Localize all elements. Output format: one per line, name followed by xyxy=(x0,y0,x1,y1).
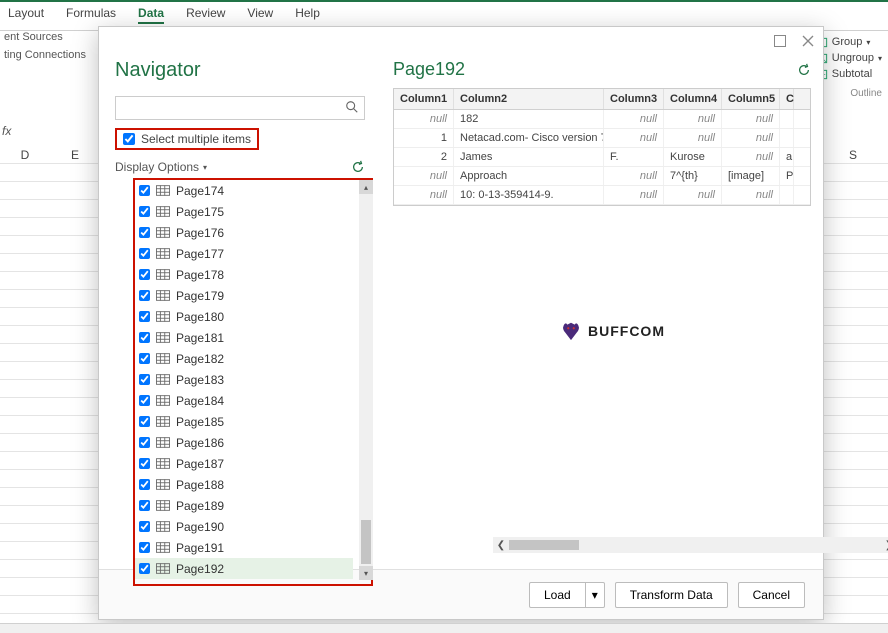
tree-item[interactable]: Page178 xyxy=(135,264,353,285)
table-icon xyxy=(156,353,170,364)
table-icon xyxy=(156,206,170,217)
table-row: nullApproachnull7^{th}[image]P xyxy=(394,167,810,186)
tree-item[interactable]: Page184 xyxy=(135,390,353,411)
tab-layout[interactable]: Layout xyxy=(8,6,44,24)
col-header[interactable]: Column3 xyxy=(604,89,664,109)
tab-review[interactable]: Review xyxy=(186,6,225,24)
tree-item[interactable]: Page181 xyxy=(135,327,353,348)
tab-formulas[interactable]: Formulas xyxy=(66,6,116,24)
load-dropdown[interactable]: ▾ xyxy=(586,582,605,608)
table-icon xyxy=(156,332,170,343)
close-icon[interactable] xyxy=(801,34,815,48)
tree-item[interactable]: Page185 xyxy=(135,411,353,432)
tree-item[interactable]: Page180 xyxy=(135,306,353,327)
tree-item[interactable]: Page187 xyxy=(135,453,353,474)
table-icon xyxy=(156,500,170,511)
tree-item[interactable]: Page174 xyxy=(135,180,353,201)
tree-item[interactable]: Page192 xyxy=(135,558,353,579)
preview-refresh-icon[interactable] xyxy=(797,63,811,77)
table-icon xyxy=(156,374,170,385)
navigator-tree[interactable]: Page174Page175Page176Page177Page178Page1… xyxy=(135,180,353,580)
table-icon xyxy=(156,437,170,448)
formula-bar-fx[interactable]: fx xyxy=(2,124,11,138)
col-header[interactable]: Column1 xyxy=(394,89,454,109)
tree-item[interactable]: Page175 xyxy=(135,201,353,222)
table-row: 1Netacad.com- Cisco version 7nullnullnul… xyxy=(394,129,810,148)
search-input[interactable] xyxy=(115,96,365,120)
tree-item[interactable]: Page179 xyxy=(135,285,353,306)
preview-title: Page192 xyxy=(393,59,465,80)
col-head-e[interactable]: E xyxy=(50,148,100,162)
search-icon[interactable] xyxy=(345,100,359,114)
tab-data[interactable]: Data xyxy=(138,6,164,24)
table-icon xyxy=(156,311,170,322)
table-icon xyxy=(156,185,170,196)
table-icon xyxy=(156,458,170,469)
tree-item[interactable]: Page183 xyxy=(135,369,353,390)
col-header[interactable]: C xyxy=(780,89,794,109)
load-button[interactable]: Load xyxy=(529,582,586,608)
tab-view[interactable]: View xyxy=(247,6,273,24)
cancel-button[interactable]: Cancel xyxy=(738,582,805,608)
maximize-icon[interactable] xyxy=(773,34,787,48)
col-header[interactable]: Column4 xyxy=(664,89,722,109)
tab-help[interactable]: Help xyxy=(295,6,320,24)
table-icon xyxy=(156,395,170,406)
navigator-dialog: Navigator Select multiple items Display … xyxy=(98,26,824,620)
outline-label: Outline xyxy=(850,88,882,99)
col-head-d[interactable]: D xyxy=(0,148,50,162)
tree-item[interactable]: Page189 xyxy=(135,495,353,516)
table-icon xyxy=(156,416,170,427)
table-icon xyxy=(156,269,170,280)
table-icon xyxy=(156,227,170,238)
navigator-title: Navigator xyxy=(115,59,379,82)
watermark-logo: BUFFCOM xyxy=(560,320,665,342)
tree-item[interactable]: Page186 xyxy=(135,432,353,453)
tree-scrollbar[interactable]: ▴ ▾ xyxy=(359,180,373,580)
display-options-dropdown[interactable]: Display Options ▾ xyxy=(115,160,207,174)
transform-data-button[interactable]: Transform Data xyxy=(615,582,728,608)
tree-item[interactable]: Page190 xyxy=(135,516,353,537)
table-icon xyxy=(156,479,170,490)
tree-item[interactable]: Page177 xyxy=(135,243,353,264)
col-header[interactable]: Column2 xyxy=(454,89,604,109)
ribbon-group-labels: ent Sources ting Connections xyxy=(0,28,86,64)
table-icon xyxy=(156,563,170,574)
table-icon xyxy=(156,248,170,259)
col-head-t[interactable]: T xyxy=(868,148,888,162)
col-header[interactable]: Column5 xyxy=(722,89,780,109)
table-row: null182nullnullnull xyxy=(394,110,810,129)
tree-item[interactable]: Page182 xyxy=(135,348,353,369)
refresh-icon[interactable] xyxy=(351,160,365,174)
table-row: 2JamesF.Kurosenulla xyxy=(394,148,810,167)
select-multiple-checkbox[interactable]: Select multiple items xyxy=(115,128,259,150)
table-icon xyxy=(156,542,170,553)
preview-table: Column1 Column2 Column3 Column4 Column5 … xyxy=(393,88,811,206)
tree-item[interactable]: Page188 xyxy=(135,474,353,495)
table-icon xyxy=(156,290,170,301)
table-row: null10: 0-13-359414-9.nullnullnull xyxy=(394,186,810,205)
preview-h-scrollbar[interactable]: ❮❯ xyxy=(493,537,888,553)
tree-item[interactable]: Page176 xyxy=(135,222,353,243)
tree-item[interactable]: Page191 xyxy=(135,537,353,558)
table-icon xyxy=(156,521,170,532)
